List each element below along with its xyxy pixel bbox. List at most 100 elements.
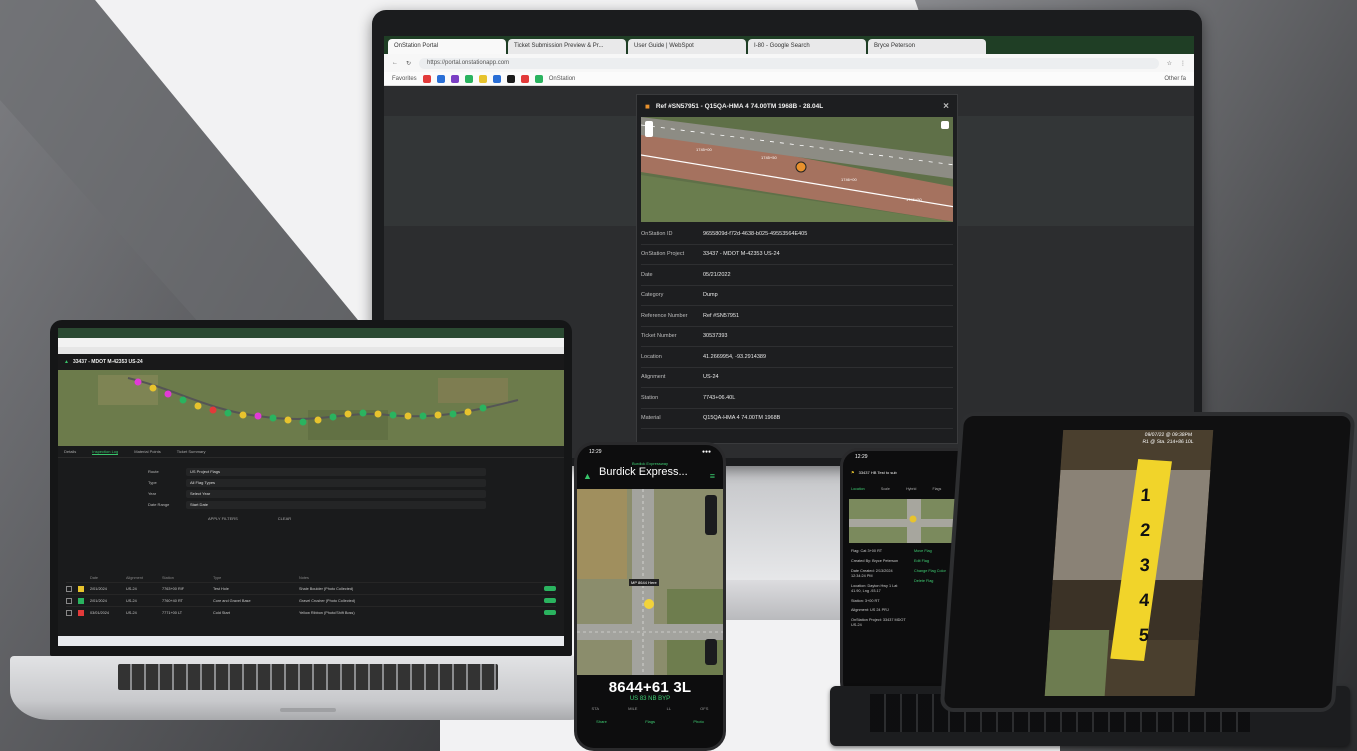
bookmark-onstation[interactable]: OnStation: [549, 76, 576, 82]
cell-station: 7771+00 LT: [162, 610, 183, 615]
menu-icon[interactable]: ≡: [710, 471, 715, 481]
detail-key: Station: [641, 394, 659, 401]
detail-key: Location: [641, 353, 662, 360]
cell-station: 7760+40 RT: [162, 598, 183, 603]
detail-key: Reference Number: [641, 312, 688, 319]
photo-button[interactable]: Photo: [693, 719, 703, 724]
modal-title: Ref #SN57951 - Q15QA-HMA 4 74.00TM 1968B…: [655, 102, 824, 110]
hybrid-button[interactable]: Hybrid: [906, 487, 916, 491]
signal-icon: ●●●: [701, 449, 711, 455]
address-bar[interactable]: [58, 338, 564, 347]
station-value: 8644+61 3L: [608, 679, 692, 696]
location-button[interactable]: Location: [851, 487, 865, 491]
tab-ofs[interactable]: OFS: [700, 706, 708, 711]
bookmark-icon[interactable]: [492, 74, 501, 83]
detail-key: Category: [641, 292, 664, 299]
tape-mark: 4: [1138, 590, 1151, 610]
laptop-keyboard: [118, 664, 498, 690]
status-time: 12:29: [589, 449, 602, 455]
bookmark-icon[interactable]: [464, 74, 473, 83]
bookmark-other[interactable]: Other fa: [1164, 76, 1186, 82]
bookmark-icon[interactable]: [478, 74, 487, 83]
apply-filters-button[interactable]: APPLY FILTERS: [208, 516, 238, 521]
share-button[interactable]: Share: [596, 719, 607, 724]
browser-tab[interactable]: I-80 - Google Search: [748, 39, 866, 54]
browser-tab[interactable]: Ticket Submission Preview & Pr...: [508, 39, 626, 54]
cell-alignment: US-24: [126, 598, 137, 603]
core-sample-photo[interactable]: 1 2 3 4 5: [1044, 430, 1214, 696]
table-row[interactable]: 2/01/2024 US-24 7760+40 RT Core and Grav…: [66, 594, 556, 606]
filter-select[interactable]: Select Year: [186, 489, 486, 498]
clear-button[interactable]: CLEAR: [278, 516, 291, 521]
station-label: 1745+50: [761, 155, 777, 160]
modal-map[interactable]: 1745+00 1745+50 1746+00 1746+50: [641, 117, 953, 222]
filter-select[interactable]: US Project Flags: [186, 467, 486, 476]
view-pill[interactable]: [544, 598, 556, 603]
flag-icon: [78, 585, 84, 592]
tab-sta[interactable]: STA: [592, 706, 599, 711]
layer-controls[interactable]: [705, 639, 717, 665]
filter-field: Route US Project Flags: [148, 466, 564, 477]
tab-ticket-summary[interactable]: Ticket Summary: [177, 449, 206, 454]
row-checkbox[interactable]: [66, 609, 72, 616]
flag-header-title: 33437 HB Test to sub: [858, 469, 897, 475]
browser-tab[interactable]: User Guide | WebSpot: [628, 39, 746, 54]
phone-header: Burdick Expressway Burdick Express... ▲ …: [577, 461, 723, 489]
url-input[interactable]: https://portal.onstationapp.com: [419, 57, 1159, 69]
table-header: Date Alignment Station Type Notes: [66, 574, 556, 582]
star-icon[interactable]: ☆: [1167, 60, 1172, 67]
bookmarks-label[interactable]: Favorites: [392, 76, 417, 82]
tape-mark: 1: [1139, 485, 1152, 505]
browser-tab[interactable]: Bryce Peterson: [868, 39, 986, 54]
map-controls[interactable]: [705, 495, 717, 535]
navigation-map[interactable]: MP 8644 Here: [577, 489, 723, 675]
close-icon[interactable]: ×: [943, 101, 949, 112]
flags-button[interactable]: Flags: [933, 487, 942, 491]
row-checkbox[interactable]: [66, 597, 72, 604]
tab-details[interactable]: Details: [64, 449, 76, 454]
filter-label: Type: [148, 480, 157, 485]
cell-alignment: US-24: [126, 586, 137, 591]
table-row[interactable]: 2/01/2024 US-24 7763+00 RIF Test Hole Sh…: [66, 582, 556, 594]
filter-select[interactable]: All Flag Types: [186, 478, 486, 487]
flag-info-column: Flag: Cat 3+00 RT Created By: Bryce Pete…: [851, 549, 906, 633]
laptop: ▲ 33437 - MDOT M-42353 US-24 Details Ins…: [50, 320, 572, 656]
tab-inspection-log[interactable]: Inspection Log: [92, 449, 119, 455]
bookmarks-bar: [58, 347, 564, 354]
tab-mile[interactable]: MILE: [628, 706, 637, 711]
view-pill[interactable]: [544, 586, 556, 591]
detail-value: 7743+06.40L: [703, 394, 736, 401]
row-checkbox[interactable]: [66, 585, 72, 592]
tab-material-points[interactable]: Material Points: [134, 449, 160, 454]
reload-icon[interactable]: ↻: [406, 60, 411, 67]
caption-station: R1 @ Sta. 214+86 10L: [1142, 439, 1194, 445]
view-pill[interactable]: [544, 610, 556, 615]
scale-button[interactable]: Scale: [881, 487, 890, 491]
project-map[interactable]: [58, 370, 564, 446]
photo-image: [1044, 430, 1214, 696]
tab-ll[interactable]: LL: [667, 706, 671, 711]
bookmark-icon[interactable]: [506, 74, 515, 83]
status-time: 12:29: [855, 454, 868, 460]
bookmark-icon[interactable]: [422, 74, 431, 83]
bookmark-icon[interactable]: [436, 74, 445, 83]
bookmark-icon[interactable]: [534, 74, 543, 83]
detail-value: Q15QA-HMA 4 74.00TM 1968B: [703, 415, 781, 422]
zoom-control[interactable]: [645, 121, 653, 137]
cell-type: Core and Gravel Base: [213, 598, 251, 603]
back-icon[interactable]: ←: [392, 60, 398, 66]
bookmark-icon[interactable]: [450, 74, 459, 83]
flag-icon: [78, 597, 84, 604]
detail-value: 05/21/2022: [703, 271, 731, 278]
bookmark-icon[interactable]: [520, 74, 529, 83]
route-map: [58, 370, 564, 446]
browser-tab[interactable]: OnStation Portal: [388, 39, 506, 54]
cell-station: 7763+00 RIF: [162, 586, 185, 591]
flags-button[interactable]: Flags: [645, 719, 655, 724]
cell-type: Test Hole: [213, 586, 229, 591]
date-input[interactable]: Start Date: [186, 500, 486, 509]
filter-field: Year Select Year: [148, 488, 564, 499]
layers-icon[interactable]: [941, 121, 949, 129]
table-row[interactable]: 03/01/2024 US-24 7771+00 LT Cold Start Y…: [66, 606, 556, 618]
menu-icon[interactable]: ⋮: [1180, 60, 1186, 67]
